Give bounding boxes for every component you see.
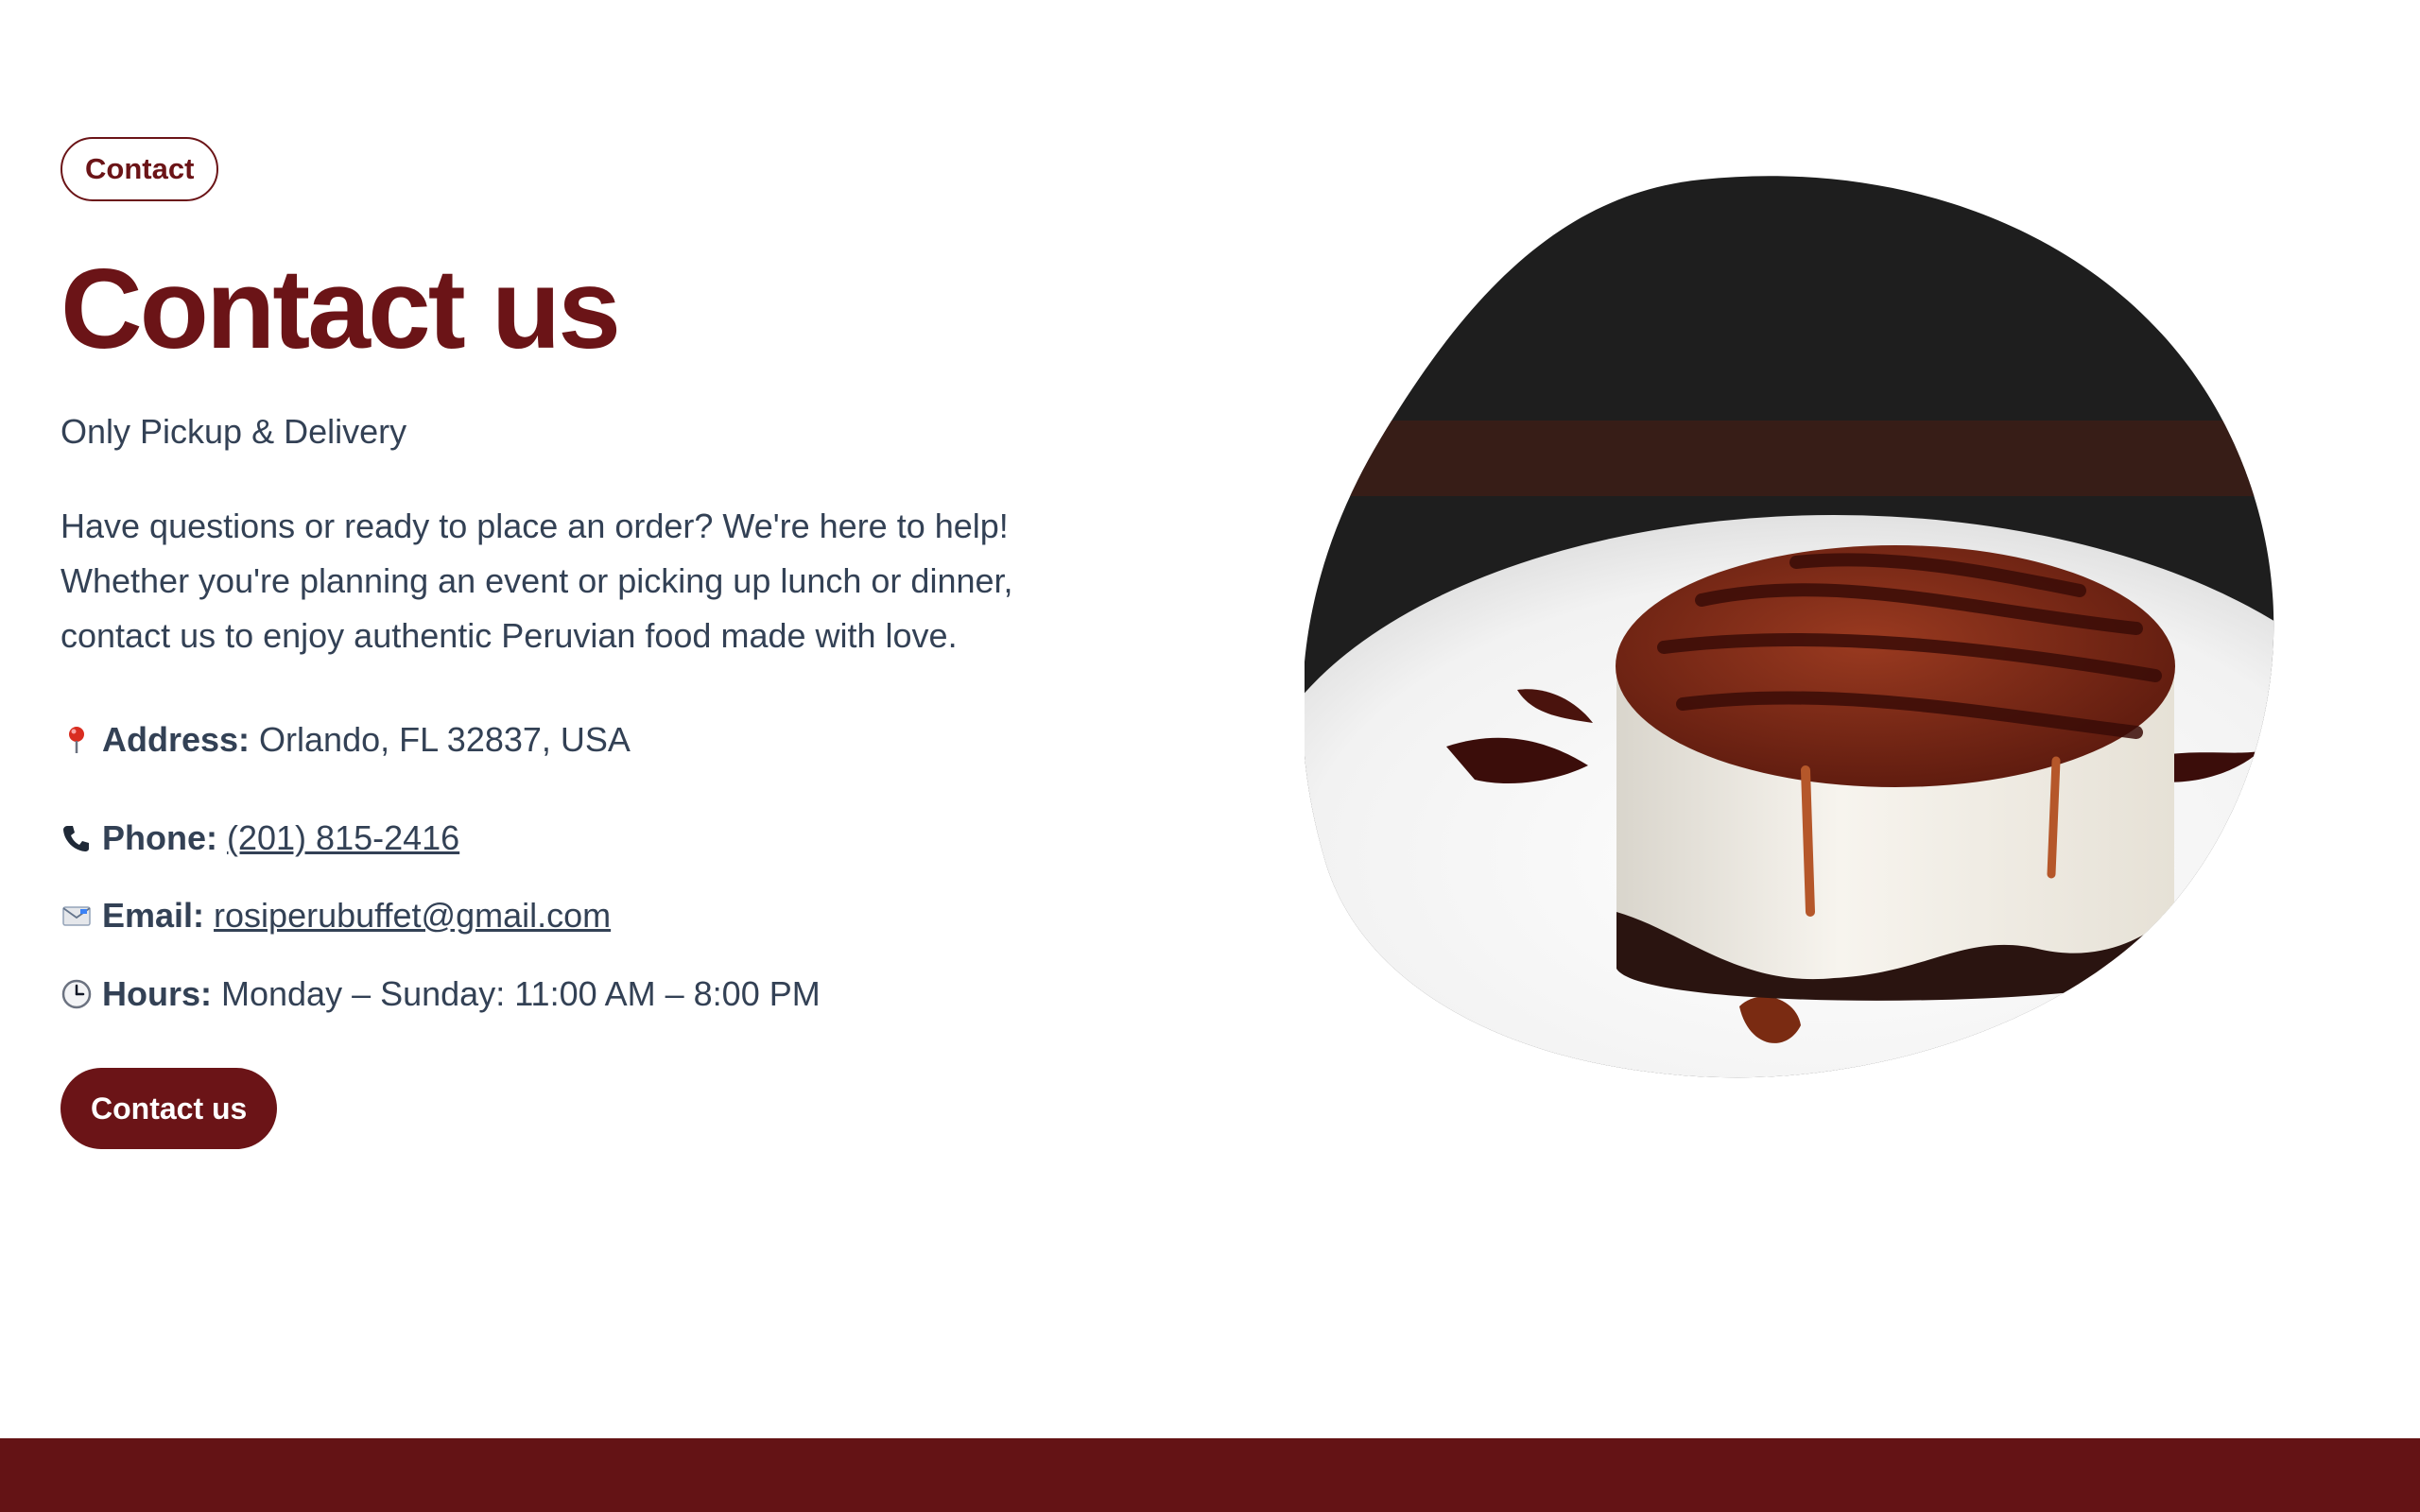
description: Have questions or ready to place an orde…: [60, 499, 1176, 663]
email-icon: [60, 900, 93, 932]
address-row: Address: Orlando, FL 32837, USA: [60, 719, 631, 761]
address-label: Address:: [102, 720, 251, 759]
dessert-image: [1302, 175, 2288, 1082]
hours-label: Hours:: [102, 974, 212, 1013]
phone-link[interactable]: (201) 815-2416: [227, 817, 459, 859]
subtitle: Only Pickup & Delivery: [60, 412, 407, 451]
clock-icon: [60, 978, 93, 1010]
pin-icon: [60, 724, 93, 756]
phone-label: Phone:: [102, 818, 217, 857]
description-line: Have questions or ready to place an orde…: [60, 507, 1009, 545]
email-link[interactable]: rosiperubuffet@gmail.com: [214, 895, 611, 936]
page-title: Contact us: [60, 246, 621, 372]
contact-section: Contact Contact us Only Pickup & Deliver…: [60, 137, 1176, 1149]
phone-icon: [60, 822, 93, 854]
description-line: contact us to enjoy authentic Peruvian f…: [60, 616, 958, 655]
phone-row: Phone: (201) 815-2416: [60, 817, 459, 859]
contact-badge: Contact: [60, 137, 219, 201]
email-label: Email:: [102, 896, 205, 935]
description-line: Whether you're planning an event or pick…: [60, 561, 1013, 600]
footer-bar: [0, 1438, 2420, 1512]
hours-value: Monday – Sunday: 11:00 AM – 8:00 PM: [221, 974, 821, 1013]
hours-row: Hours: Monday – Sunday: 11:00 AM – 8:00 …: [60, 973, 821, 1015]
address-value: Orlando, FL 32837, USA: [259, 720, 631, 759]
email-row: Email: rosiperubuffet@gmail.com: [60, 895, 611, 936]
contact-us-button[interactable]: Contact us: [60, 1068, 278, 1149]
